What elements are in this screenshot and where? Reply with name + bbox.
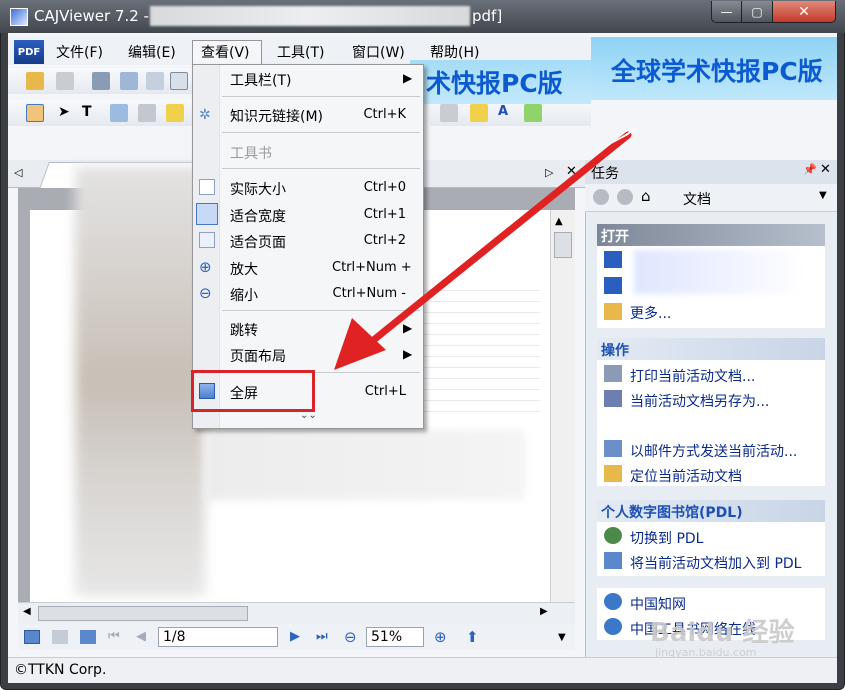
baidu-jingyan-watermark: Baidu 经验 <box>650 618 795 648</box>
baidu-jingyan-url-watermark: jingyan.baidu.com <box>655 646 757 659</box>
annotation-arrow <box>334 125 640 370</box>
